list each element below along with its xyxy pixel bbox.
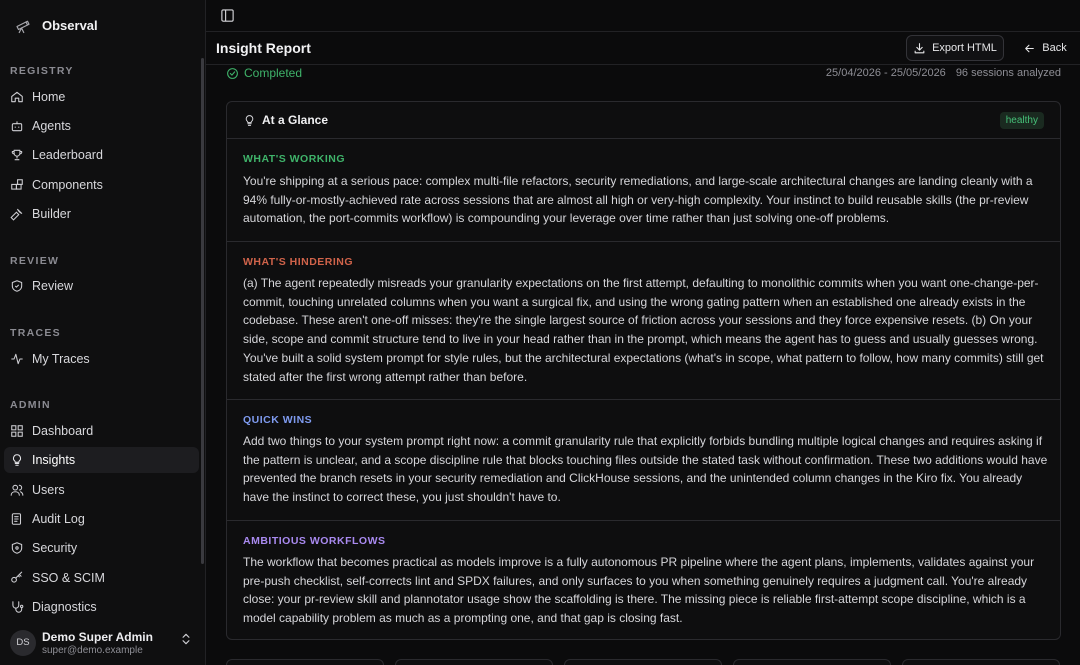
sidebar-item-insights[interactable]: Insights	[4, 447, 199, 473]
scroll-text-icon	[11, 513, 22, 525]
shield-check-icon	[11, 280, 23, 292]
sessions-count: 96 sessions analyzed	[955, 67, 1061, 79]
section-text: The workflow that becomes practical as m…	[243, 555, 1035, 626]
section-label-admin: ADMIN	[10, 399, 51, 411]
user-name: Demo Super Admin	[42, 629, 153, 644]
chevrons-up-down-icon	[182, 633, 190, 645]
sidebar: Observal REGISTRY Home Agents Leaderboar…	[0, 0, 206, 665]
section-label: AMBITIOUS WORKFLOWS	[243, 535, 386, 547]
section-label: WHAT'S HINDERING	[243, 256, 354, 268]
sidebar-item-security[interactable]: Security	[4, 535, 199, 561]
sidebar-item-sso-scim[interactable]: SSO & SCIM	[4, 565, 199, 591]
sidebar-item-label: Leaderboard	[32, 148, 103, 162]
sidebar-item-label: Agents	[32, 119, 71, 133]
back-button[interactable]: Back	[1016, 35, 1074, 61]
stethoscope-icon	[12, 601, 24, 613]
sidebar-item-label: Home	[32, 90, 66, 104]
status-label: Completed	[244, 66, 303, 80]
page-title: Insight Report	[216, 40, 311, 56]
bot-icon	[11, 121, 23, 132]
card-header: At a Glance healthy	[227, 102, 1060, 139]
download-icon	[914, 42, 925, 53]
arrow-left-icon	[1025, 44, 1035, 52]
user-info: Demo Super Admin super@demo.example	[42, 630, 153, 656]
stat-card	[733, 659, 891, 665]
sidebar-item-label: Security	[32, 541, 78, 555]
telescope-icon	[16, 20, 30, 34]
sidebar-scrollbar[interactable]	[201, 58, 204, 564]
sidebar-item-label: SSO & SCIM	[32, 571, 105, 585]
trophy-icon	[11, 149, 23, 161]
status-badge: Completed	[226, 66, 302, 80]
stat-card	[902, 659, 1060, 665]
sidebar-item-builder[interactable]: Builder	[4, 201, 199, 227]
card-title: At a Glance	[243, 113, 328, 127]
sidebar-item-label: Review	[32, 279, 73, 293]
stat-cards-row	[226, 659, 1080, 665]
sidebar-item-review[interactable]: Review	[4, 273, 199, 299]
sidebar-item-label: Builder	[32, 207, 71, 221]
sidebar-item-audit-log[interactable]: Audit Log	[4, 506, 199, 532]
export-html-button[interactable]: Export HTML	[906, 35, 1004, 61]
back-label: Back	[1042, 42, 1067, 54]
export-html-label: Export HTML	[932, 42, 997, 54]
section-whats-working: WHAT'S WORKING You're shipping at a seri…	[227, 139, 1060, 242]
sidebar-item-components[interactable]: Components	[4, 172, 199, 198]
panel-left-icon[interactable]	[220, 8, 235, 23]
blocks-icon	[11, 179, 23, 190]
user-email: super@demo.example	[42, 644, 143, 656]
section-text: Add two things to your system prompt rig…	[243, 434, 1048, 505]
brand-name: Observal	[42, 17, 98, 33]
sidebar-item-leaderboard[interactable]: Leaderboard	[4, 142, 199, 168]
stat-card	[226, 659, 384, 665]
sidebar-item-users[interactable]: Users	[4, 477, 199, 503]
key-icon	[11, 571, 23, 583]
stat-card	[395, 659, 553, 665]
shield-icon	[11, 542, 23, 554]
section-ambitious-workflows: AMBITIOUS WORKFLOWS The workflow that be…	[227, 521, 1060, 639]
stat-card	[564, 659, 722, 665]
sidebar-item-label: My Traces	[32, 352, 90, 366]
brand[interactable]: Observal	[14, 14, 98, 36]
users-icon	[10, 484, 24, 496]
section-label-registry: REGISTRY	[10, 65, 74, 77]
section-label-review: REVIEW	[10, 255, 60, 267]
lightbulb-icon	[245, 114, 254, 126]
section-label-traces: TRACES	[10, 327, 61, 339]
sidebar-item-my-traces[interactable]: My Traces	[4, 346, 199, 372]
sidebar-item-label: Insights	[32, 453, 76, 467]
card-title-text: At a Glance	[262, 113, 329, 127]
user-menu[interactable]: DS Demo Super Admin super@demo.example	[0, 620, 205, 665]
report-meta: 25/04/2026 - 25/05/2026 96 sessions anal…	[826, 67, 1061, 79]
health-badge: healthy	[999, 112, 1044, 129]
section-text: (a) The agent repeatedly misreads your g…	[243, 276, 1044, 384]
activity-icon	[11, 353, 23, 365]
topbar	[206, 0, 1080, 32]
section-label: WHAT'S WORKING	[243, 153, 346, 165]
lightbulb-icon	[12, 454, 22, 466]
hammer-icon	[10, 208, 23, 221]
sidebar-item-agents[interactable]: Agents	[4, 113, 199, 139]
avatar: DS	[10, 629, 36, 656]
sidebar-item-label: Users	[32, 483, 65, 497]
layout-grid-icon	[11, 425, 23, 437]
sidebar-item-label: Dashboard	[32, 424, 94, 438]
section-whats-hindering: WHAT'S HINDERING (a) The agent repeatedl…	[227, 242, 1060, 400]
page-header: Insight Report Export HTML Back	[206, 32, 1080, 65]
section-label: QUICK WINS	[243, 414, 313, 426]
sidebar-item-home[interactable]: Home	[4, 84, 199, 110]
at-a-glance-card: At a Glance healthy WHAT'S WORKING You'r…	[226, 101, 1061, 640]
home-icon	[11, 91, 23, 103]
date-range: 25/04/2026 - 25/05/2026	[825, 67, 946, 79]
sidebar-item-label: Audit Log	[32, 512, 85, 526]
status-row: Completed 25/04/2026 - 25/05/2026 96 ses…	[226, 65, 1061, 83]
sidebar-item-dashboard[interactable]: Dashboard	[4, 418, 199, 444]
section-quick-wins: QUICK WINS Add two things to your system…	[227, 400, 1060, 521]
check-circle-icon	[227, 67, 238, 79]
sidebar-item-label: Diagnostics	[32, 600, 97, 614]
sidebar-item-label: Components	[32, 178, 103, 192]
sidebar-item-diagnostics[interactable]: Diagnostics	[4, 594, 199, 620]
section-text: You're shipping at a serious pace: compl…	[243, 174, 1033, 226]
